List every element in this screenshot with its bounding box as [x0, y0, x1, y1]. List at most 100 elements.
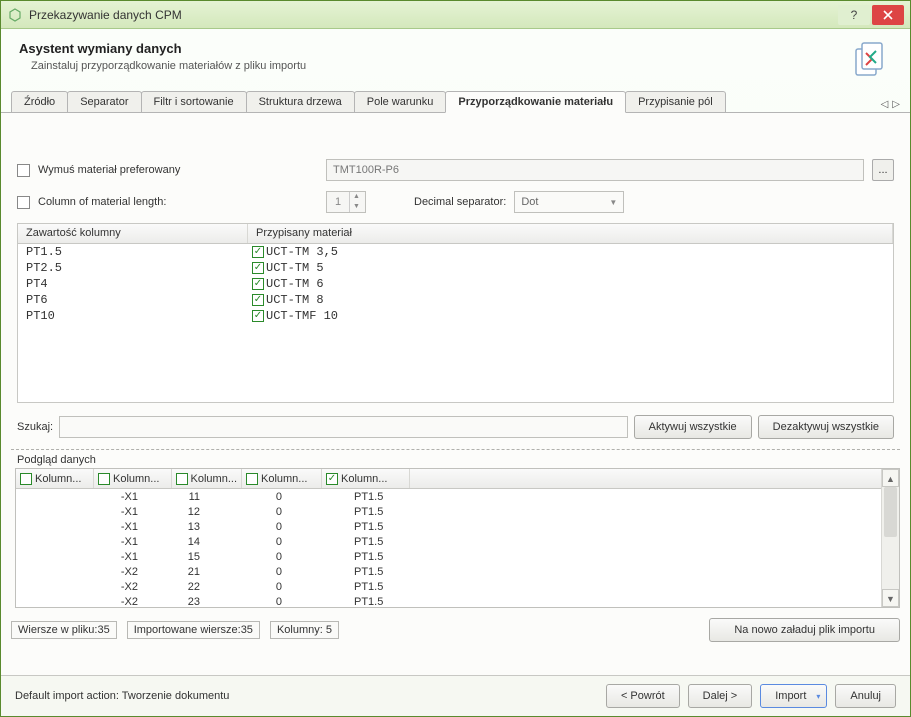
preview-row[interactable]: -X2 23 0 PT1.5: [16, 594, 881, 607]
material-row[interactable]: PT1.5 UCT-TM 3,5: [18, 244, 893, 260]
preview-scrollbar[interactable]: ▲ ▼: [881, 469, 899, 607]
material-row[interactable]: PT2.5 UCT-TM 5: [18, 260, 893, 276]
content-cell: PT10: [18, 309, 248, 323]
material-cell: UCT-TMF 10: [266, 309, 338, 323]
column-length-value[interactable]: [327, 196, 349, 208]
column-label: Kolumn...: [35, 473, 81, 485]
column-checkbox[interactable]: [98, 473, 110, 485]
material-row[interactable]: PT10 UCT-TMF 10: [18, 308, 893, 324]
scroll-up-icon[interactable]: ▲: [882, 469, 899, 487]
close-button[interactable]: [872, 5, 904, 25]
content-cell: PT1.5: [18, 245, 248, 259]
window-title: Przekazywanie danych CPM: [29, 8, 838, 22]
scroll-thumb[interactable]: [884, 487, 897, 537]
content-cell: PT6: [18, 293, 248, 307]
tab-field-assignment[interactable]: Przypisanie pól: [625, 91, 726, 112]
material-enabled-checkbox[interactable]: [252, 278, 264, 290]
tabs-row: Źródło Separator Filtr i sortowanie Stru…: [1, 89, 910, 113]
material-cell: UCT-TM 6: [266, 277, 324, 291]
preview-row[interactable]: -X1 13 0 PT1.5: [16, 519, 881, 534]
wizard-icon: [848, 41, 892, 81]
wizard-header: Asystent wymiany danych Zainstaluj przyp…: [1, 29, 910, 89]
material-enabled-checkbox[interactable]: [252, 310, 264, 322]
material-cell: UCT-TM 3,5: [266, 245, 338, 259]
content-cell: PT2.5: [18, 261, 248, 275]
material-row[interactable]: PT6 UCT-TM 8: [18, 292, 893, 308]
default-action-label: Default import action: Tworzenie dokumen…: [15, 690, 598, 702]
column-checkbox[interactable]: [20, 473, 32, 485]
content-cell: PT4: [18, 277, 248, 291]
tab-separator[interactable]: Separator: [67, 91, 141, 112]
cancel-button[interactable]: Anuluj: [835, 684, 896, 708]
tab-condition-field[interactable]: Pole warunku: [354, 91, 447, 112]
tab-material-assignment[interactable]: Przyporządkowanie materiału: [445, 91, 626, 113]
material-enabled-checkbox[interactable]: [252, 294, 264, 306]
force-preferred-material-input[interactable]: [326, 159, 864, 181]
search-label: Szukaj:: [17, 421, 53, 433]
column-material-length-label: Column of material length:: [38, 196, 318, 208]
column-label: Kolumn...: [113, 473, 159, 485]
assigned-material-header[interactable]: Przypisany materiał: [248, 224, 893, 243]
footer: Default import action: Tworzenie dokumen…: [1, 675, 910, 716]
material-cell: UCT-TM 8: [266, 293, 324, 307]
decimal-separator-value: Dot: [521, 196, 538, 208]
preview-column-header[interactable]: Kolumn...: [322, 469, 410, 488]
material-cell: UCT-TM 5: [266, 261, 324, 275]
preview-row[interactable]: -X1 11 0 PT1.5: [16, 489, 881, 504]
import-button[interactable]: Import: [760, 684, 827, 708]
next-button[interactable]: Dalej >: [688, 684, 753, 708]
reload-import-file-button[interactable]: Na nowo załaduj plik importu: [709, 618, 900, 642]
tab-source[interactable]: Źródło: [11, 91, 68, 112]
scroll-down-icon[interactable]: ▼: [882, 589, 899, 607]
force-preferred-material-checkbox[interactable]: [17, 164, 30, 177]
material-assignment-table: Zawartość kolumny Przypisany materiał PT…: [17, 223, 894, 403]
preview-row[interactable]: -X2 22 0 PT1.5: [16, 579, 881, 594]
columns-status: Kolumny: 5: [270, 621, 339, 639]
preview-row[interactable]: -X1 15 0 PT1.5: [16, 549, 881, 564]
main-window: Przekazywanie danych CPM ? Asystent wymi…: [0, 0, 911, 717]
titlebar[interactable]: Przekazywanie danych CPM ?: [1, 1, 910, 29]
tab-filter-sort[interactable]: Filtr i sortowanie: [141, 91, 247, 112]
deactivate-all-button[interactable]: Dezaktywuj wszystkie: [758, 415, 894, 439]
browse-material-button[interactable]: ...: [872, 159, 894, 181]
column-checkbox[interactable]: [326, 473, 338, 485]
column-content-header[interactable]: Zawartość kolumny: [18, 224, 248, 243]
chevron-down-icon: ▼: [609, 198, 617, 207]
rows-in-file-status: Wiersze w pliku:35: [11, 621, 117, 639]
spinner-up-icon[interactable]: ▲: [349, 192, 363, 202]
tabs-scroll-left-icon[interactable]: ◁: [881, 99, 889, 110]
force-preferred-material-label: Wymuś materiał preferowany: [38, 164, 318, 176]
preview-row[interactable]: -X1 12 0 PT1.5: [16, 504, 881, 519]
activate-all-button[interactable]: Aktywuj wszystkie: [634, 415, 752, 439]
wizard-title: Asystent wymiany danych: [19, 41, 848, 56]
decimal-separator-select[interactable]: Dot ▼: [514, 191, 624, 213]
rows-imported-status: Importowane wiersze:35: [127, 621, 260, 639]
preview-column-header[interactable]: Kolumn...: [172, 469, 242, 488]
column-label: Kolumn...: [261, 473, 307, 485]
decimal-separator-label: Decimal separator:: [414, 196, 506, 208]
preview-column-header[interactable]: Kolumn...: [242, 469, 322, 488]
column-label: Kolumn...: [341, 473, 387, 485]
spinner-down-icon[interactable]: ▼: [349, 202, 363, 212]
column-checkbox[interactable]: [176, 473, 188, 485]
preview-row[interactable]: -X1 14 0 PT1.5: [16, 534, 881, 549]
wizard-subtitle: Zainstaluj przyporządkowanie materiałów …: [31, 60, 848, 72]
back-button[interactable]: < Powrót: [606, 684, 680, 708]
column-checkbox[interactable]: [246, 473, 258, 485]
preview-row[interactable]: -X2 21 0 PT1.5: [16, 564, 881, 579]
app-icon: [7, 7, 23, 23]
help-button[interactable]: ?: [838, 5, 870, 25]
tab-tree-structure[interactable]: Struktura drzewa: [246, 91, 355, 112]
data-preview-grid: Kolumn... Kolumn... Kolumn... Kolumn... Kolu…: [15, 468, 900, 608]
tabs-scroll-right-icon[interactable]: ▷: [892, 99, 900, 110]
column-length-spinner[interactable]: ▲ ▼: [326, 191, 366, 213]
preview-column-header[interactable]: Kolumn...: [94, 469, 172, 488]
search-input[interactable]: [59, 416, 628, 438]
material-enabled-checkbox[interactable]: [252, 246, 264, 258]
preview-column-header[interactable]: Kolumn...: [16, 469, 94, 488]
material-enabled-checkbox[interactable]: [252, 262, 264, 274]
data-preview-label: Podgląd danych: [17, 454, 900, 466]
column-label: Kolumn...: [191, 473, 237, 485]
column-material-length-checkbox[interactable]: [17, 196, 30, 209]
material-row[interactable]: PT4 UCT-TM 6: [18, 276, 893, 292]
